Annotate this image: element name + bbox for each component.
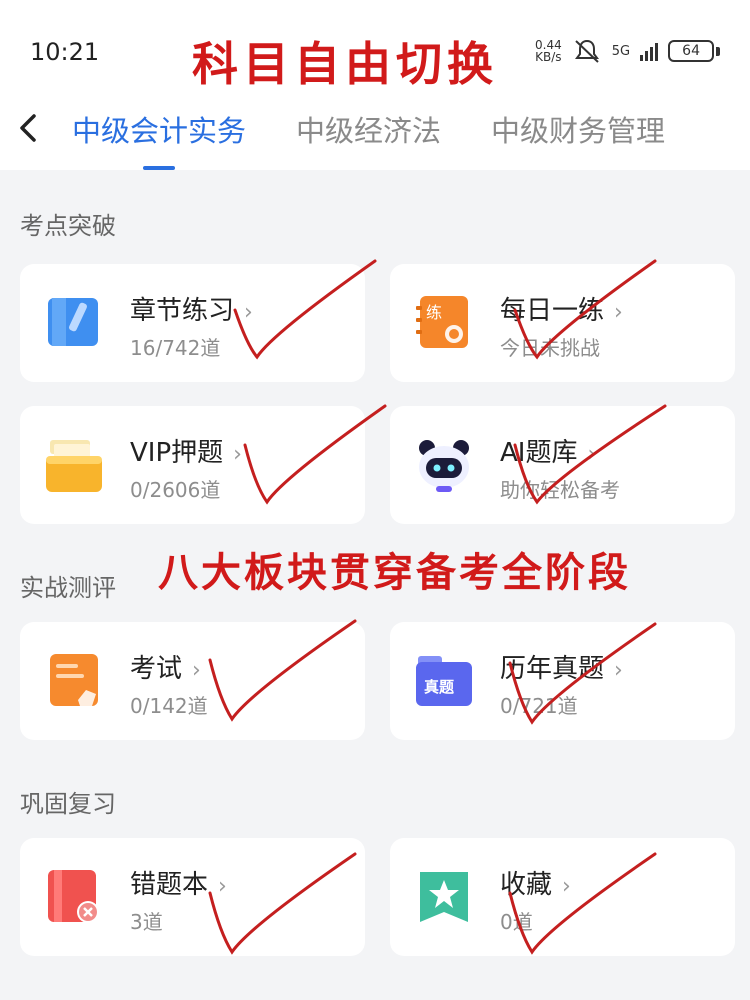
chevron-right-icon: › [614, 658, 623, 683]
chevron-right-icon: › [192, 658, 201, 683]
card-exam[interactable]: 考试 › 0/142道 [20, 622, 365, 740]
calendar-practice-icon: 练 [416, 296, 468, 348]
card-vip-predict[interactable]: VIP押题 › 0/2606道 [20, 406, 365, 524]
book-icon [48, 298, 98, 346]
section-title-practice-eval: 实战测评 [20, 574, 116, 602]
mute-icon [574, 39, 599, 63]
svg-text:练: 练 [426, 303, 442, 322]
chevron-right-icon: › [587, 442, 597, 467]
tab-economic-law[interactable]: 中级经济法 [296, 108, 441, 170]
card-subtitle: 16/742道 [130, 336, 221, 360]
card-title: 每日一练 [500, 296, 605, 326]
battery-icon: 64 [668, 40, 715, 62]
status-bar-right: 0.44 KB/s 5G 64 [535, 38, 721, 64]
chevron-right-icon: › [562, 874, 571, 899]
svg-text:真题: 真题 [424, 678, 455, 696]
wrong-notebook-icon [48, 870, 99, 923]
subject-tabs: 中级会计实务 中级经济法 中级财务管理 [72, 108, 665, 170]
real-exam-folder-icon: 真题 [416, 656, 472, 706]
card-wrong-questions[interactable]: 错题本 › 3道 [20, 838, 365, 956]
card-subtitle: 今日未挑战 [500, 336, 600, 360]
card-title: AI题库 [500, 438, 578, 468]
panda-robot-icon [419, 440, 469, 492]
card-title: 考试 [130, 654, 183, 684]
status-time: 10:21 [30, 38, 100, 66]
card-favorites[interactable]: 收藏 › 0道 [390, 838, 735, 956]
card-title: 错题本 [130, 870, 209, 900]
card-title: 收藏 [500, 870, 553, 900]
chevron-right-icon: › [614, 300, 623, 325]
network-type: 5G [611, 43, 631, 59]
overlay-title: 科目自由切换 [192, 37, 498, 91]
back-arrow-icon[interactable] [14, 108, 44, 148]
card-subtitle: 0道 [500, 910, 533, 934]
signal-icon [640, 41, 659, 61]
chevron-right-icon: › [233, 442, 242, 467]
card-subtitle: 0/721道 [500, 694, 578, 718]
card-ai-bank[interactable]: AI题库 › 助你轻松备考 [390, 406, 735, 524]
card-title: 历年真题 [500, 654, 605, 684]
net-speed-unit: KB/s [535, 50, 562, 64]
card-subtitle: 助你轻松备考 [500, 478, 620, 502]
net-speed: 0.44 KB/s [535, 39, 562, 63]
chevron-right-icon: › [244, 300, 253, 325]
battery-tip [716, 46, 721, 56]
battery-level: 64 [682, 43, 700, 59]
chevron-right-icon: › [218, 874, 227, 899]
tab-intermediate-accounting[interactable]: 中级会计实务 [72, 108, 246, 170]
card-daily-practice[interactable]: 练 每日一练 › 今日未挑战 [390, 264, 735, 382]
card-subtitle: 3道 [130, 910, 163, 934]
card-title: VIP押题 [130, 438, 224, 468]
card-subtitle: 0/142道 [130, 694, 208, 718]
section-title-review: 巩固复习 [20, 790, 116, 818]
star-bookmark-icon [420, 872, 468, 922]
overlay-banner: 八大板块贯穿备考全阶段 [158, 549, 631, 596]
exam-paper-icon [50, 654, 98, 706]
folder-icon [46, 440, 102, 492]
card-chapter-practice[interactable]: 章节练习 › 16/742道 [20, 264, 365, 382]
card-title: 章节练习 [130, 296, 235, 326]
card-past-papers[interactable]: 真题 历年真题 › 0/721道 [390, 622, 735, 740]
tab-financial-management[interactable]: 中级财务管理 [491, 108, 665, 170]
section-title-breakthrough: 考点突破 [20, 212, 116, 240]
card-subtitle: 0/2606道 [130, 478, 221, 502]
